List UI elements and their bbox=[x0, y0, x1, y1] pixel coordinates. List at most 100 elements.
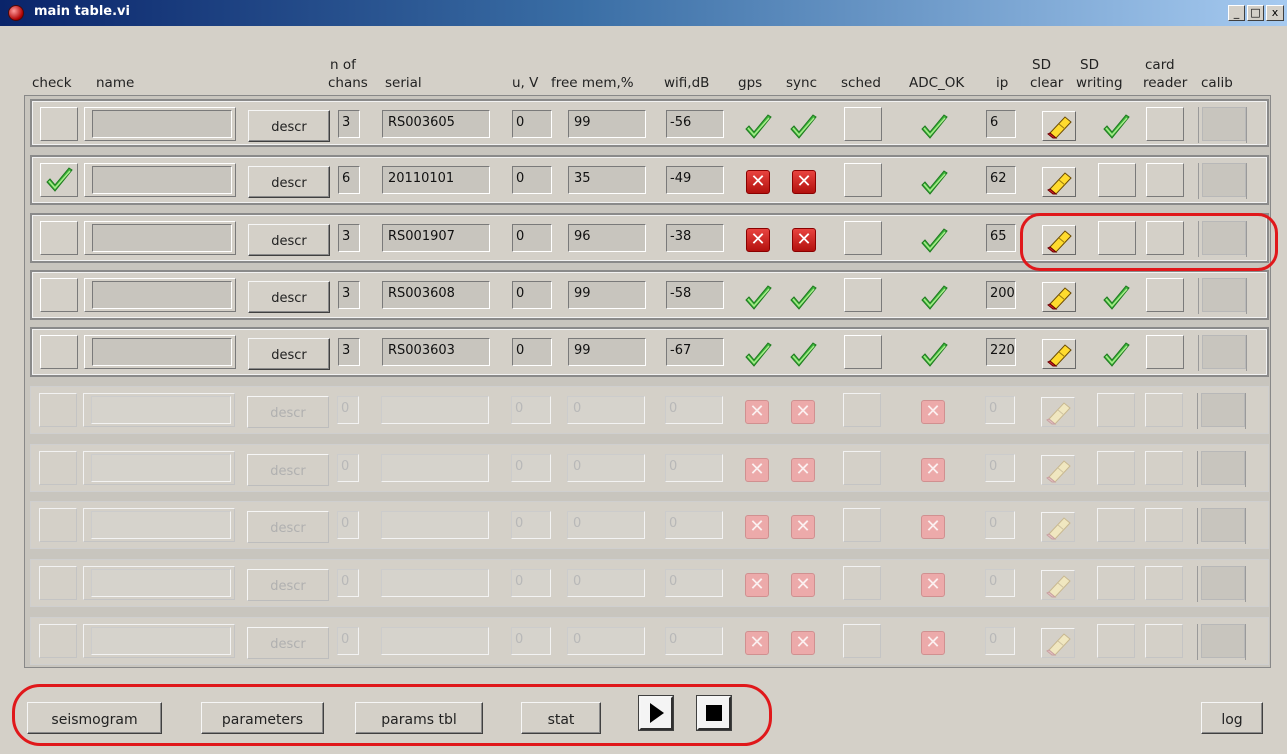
card-reader-toggle[interactable] bbox=[1145, 624, 1183, 658]
check-toggle[interactable] bbox=[39, 508, 77, 542]
voltage-field: 0 bbox=[512, 281, 552, 309]
descr-button[interactable]: descr bbox=[248, 224, 330, 256]
x-mark-icon: ✕ bbox=[795, 632, 811, 653]
eraser-icon bbox=[1047, 344, 1072, 367]
close-button[interactable]: x bbox=[1266, 5, 1284, 21]
sd-clear-button[interactable] bbox=[1041, 455, 1075, 485]
check-toggle[interactable] bbox=[39, 566, 77, 600]
descr-button[interactable]: descr bbox=[248, 110, 330, 142]
sched-toggle[interactable] bbox=[843, 393, 881, 427]
sched-toggle[interactable] bbox=[844, 163, 882, 197]
sched-toggle[interactable] bbox=[843, 624, 881, 658]
sd-clear-button[interactable] bbox=[1041, 570, 1075, 600]
check-toggle[interactable] bbox=[40, 107, 78, 141]
adc-ok-indicator bbox=[919, 168, 949, 198]
descr-button[interactable]: descr bbox=[248, 166, 330, 198]
sync-indicator: ✕ bbox=[791, 573, 815, 597]
sd-clear-button[interactable] bbox=[1042, 282, 1076, 312]
header-sd-clear-2: clear bbox=[1030, 75, 1064, 91]
check-toggle[interactable] bbox=[39, 624, 77, 658]
descr-button[interactable]: descr bbox=[248, 338, 330, 370]
name-field[interactable] bbox=[91, 454, 231, 482]
sched-toggle[interactable] bbox=[843, 451, 881, 485]
sd-clear-button[interactable] bbox=[1042, 167, 1076, 197]
card-reader-toggle[interactable] bbox=[1146, 335, 1184, 369]
name-field[interactable] bbox=[91, 396, 231, 424]
check-toggle[interactable] bbox=[39, 393, 77, 427]
descr-button[interactable]: descr bbox=[247, 627, 329, 659]
labview-app-icon bbox=[8, 5, 24, 21]
chans-field: 0 bbox=[337, 627, 359, 655]
sd-clear-button[interactable] bbox=[1042, 111, 1076, 141]
name-field[interactable] bbox=[92, 166, 232, 194]
card-reader-toggle[interactable] bbox=[1145, 393, 1183, 427]
sched-toggle[interactable] bbox=[844, 221, 882, 255]
column-divider bbox=[1197, 393, 1198, 429]
serial-field bbox=[381, 454, 489, 482]
sched-toggle[interactable] bbox=[844, 278, 882, 312]
descr-button[interactable]: descr bbox=[247, 396, 329, 428]
wifi-field: -38 bbox=[666, 224, 724, 252]
voltage-field: 0 bbox=[512, 224, 552, 252]
serial-field bbox=[381, 569, 489, 597]
name-field[interactable] bbox=[92, 338, 232, 366]
sched-toggle[interactable] bbox=[843, 566, 881, 600]
sd-clear-button[interactable] bbox=[1042, 339, 1076, 369]
header-serial: serial bbox=[385, 75, 422, 91]
card-reader-toggle[interactable] bbox=[1146, 163, 1184, 197]
descr-button[interactable]: descr bbox=[248, 281, 330, 313]
name-field[interactable] bbox=[91, 569, 231, 597]
free-mem-field: 0 bbox=[567, 511, 645, 539]
ip-field: 6 bbox=[986, 110, 1016, 138]
name-field[interactable] bbox=[91, 511, 231, 539]
log-button[interactable]: log bbox=[1201, 702, 1263, 734]
sd-clear-button[interactable] bbox=[1041, 397, 1075, 427]
header-sd-writing-2: writing bbox=[1076, 75, 1123, 91]
check-toggle[interactable] bbox=[40, 221, 78, 255]
x-mark-icon: ✕ bbox=[925, 459, 941, 480]
descr-button[interactable]: descr bbox=[247, 511, 329, 543]
column-divider bbox=[1246, 278, 1247, 314]
check-toggle[interactable] bbox=[40, 163, 78, 197]
column-divider bbox=[1198, 278, 1199, 314]
check-toggle[interactable] bbox=[39, 451, 77, 485]
check-toggle[interactable] bbox=[40, 335, 78, 369]
name-field[interactable] bbox=[92, 281, 232, 309]
table-row: descr 0 0 0 0 ✕ ✕ ✕ 0 bbox=[30, 501, 1269, 549]
card-reader-toggle[interactable] bbox=[1145, 451, 1183, 485]
free-mem-field: 0 bbox=[567, 569, 645, 597]
adc-ok-indicator bbox=[919, 226, 949, 256]
chans-field: 3 bbox=[338, 338, 360, 366]
serial-field: 20110101 bbox=[382, 166, 490, 194]
sched-toggle[interactable] bbox=[844, 335, 882, 369]
eraser-icon bbox=[1046, 402, 1071, 425]
wifi-field: 0 bbox=[665, 627, 723, 655]
name-field[interactable] bbox=[92, 224, 232, 252]
name-field[interactable] bbox=[92, 110, 232, 138]
check-toggle[interactable] bbox=[40, 278, 78, 312]
wifi-field: -67 bbox=[666, 338, 724, 366]
card-reader-toggle[interactable] bbox=[1146, 107, 1184, 141]
gps-indicator: ✕ bbox=[745, 458, 769, 482]
card-reader-toggle[interactable] bbox=[1145, 508, 1183, 542]
gps-indicator: ✕ bbox=[745, 515, 769, 539]
descr-button[interactable]: descr bbox=[247, 454, 329, 486]
sched-toggle[interactable] bbox=[843, 508, 881, 542]
sd-writing-indicator bbox=[1101, 340, 1131, 370]
minimize-button[interactable]: _ bbox=[1228, 5, 1245, 21]
x-mark-icon: ✕ bbox=[750, 171, 766, 192]
voltage-field: 0 bbox=[511, 454, 551, 482]
descr-button[interactable]: descr bbox=[247, 569, 329, 601]
sd-clear-button[interactable] bbox=[1041, 628, 1075, 658]
sd-writing-indicator bbox=[1098, 163, 1136, 197]
sd-clear-button[interactable] bbox=[1041, 512, 1075, 542]
chans-field: 0 bbox=[337, 569, 359, 597]
gps-indicator bbox=[743, 283, 773, 313]
checkmark-icon bbox=[1103, 114, 1130, 139]
sched-toggle[interactable] bbox=[844, 107, 882, 141]
name-field[interactable] bbox=[91, 627, 231, 655]
card-reader-toggle[interactable] bbox=[1146, 278, 1184, 312]
card-reader-toggle[interactable] bbox=[1145, 566, 1183, 600]
wifi-field: -58 bbox=[666, 281, 724, 309]
maximize-button[interactable]: □ bbox=[1247, 5, 1264, 21]
